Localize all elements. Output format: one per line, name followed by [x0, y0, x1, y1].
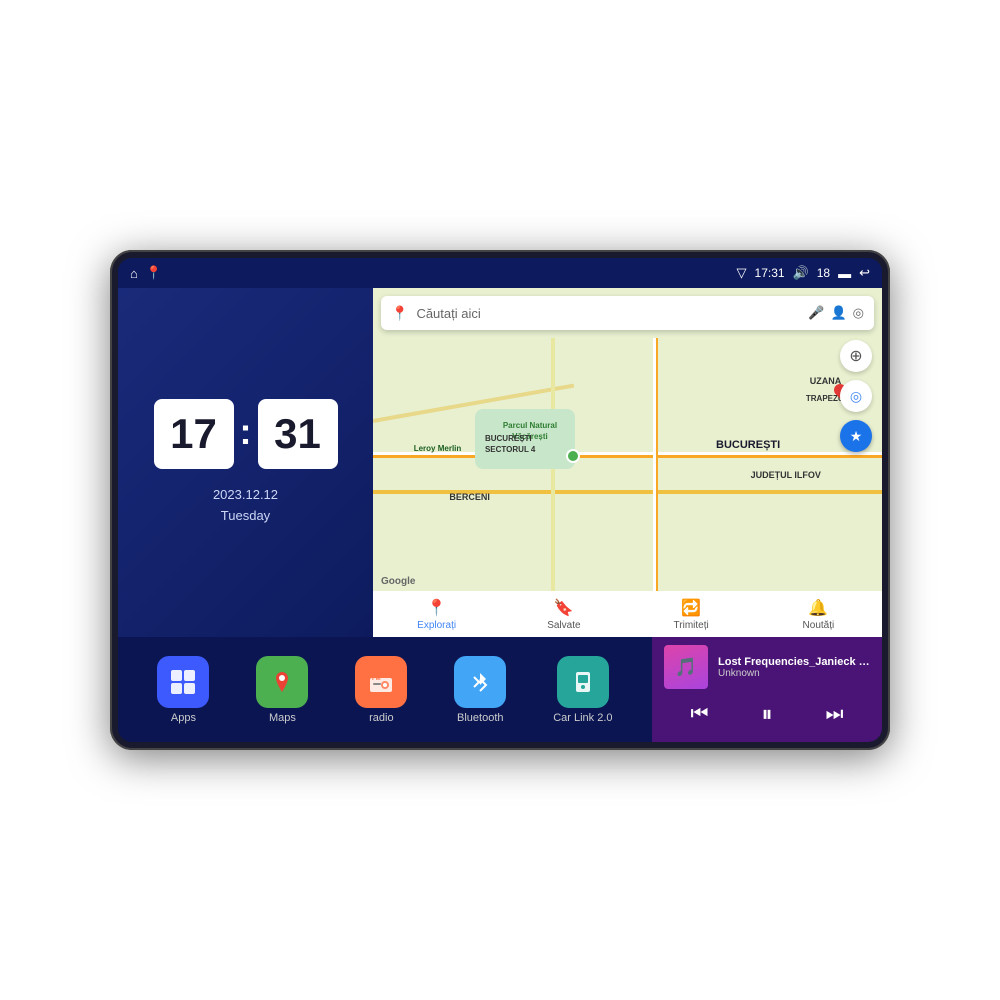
music-artist: Unknown — [718, 668, 870, 679]
device-screen: ⌂ 📍 ▽ 17:31 🔊 18 ▬ ↩ 17 : — [118, 258, 882, 742]
clock-hours: 17 — [154, 399, 234, 469]
battery-icon: ▬ — [838, 266, 851, 281]
apps-dock: Apps Maps — [118, 637, 652, 742]
map-compass-btn[interactable]: ⊕ — [840, 340, 872, 372]
music-next-btn[interactable]: ⏭ — [817, 699, 851, 730]
carlink-label: Car Link 2.0 — [553, 712, 612, 724]
bucuresti-label: BUCUREȘTI — [716, 439, 780, 451]
status-bar: ⌂ 📍 ▽ 17:31 🔊 18 ▬ ↩ — [118, 258, 882, 288]
app-item-radio[interactable]: FM radio — [355, 656, 407, 724]
clock-minutes: 31 — [258, 399, 338, 469]
music-prev-btn[interactable]: ⏮ — [682, 699, 716, 730]
clock-display: 17 : 31 — [154, 399, 338, 469]
signal-icon: ▽ — [737, 265, 747, 281]
map-content-area: Parcul NaturalVăcărești Leroy Merlin UZA… — [373, 338, 882, 591]
map-location-btn[interactable]: ◎ — [840, 380, 872, 412]
google-logo: Google — [381, 576, 415, 587]
share-icon: 🔁 — [681, 598, 701, 618]
map-nav-saved[interactable]: 🔖 Salvate — [500, 594, 627, 635]
map-search-bar[interactable]: 📍 Căutați aici 🎤 👤 ◎ — [381, 296, 874, 330]
bluetooth-label: Bluetooth — [457, 712, 503, 724]
maps-app-icon — [256, 656, 308, 708]
map-nav-explore[interactable]: 📍 Explorați — [373, 594, 500, 635]
clock-panel: 17 : 31 2023.12.12 Tuesday — [118, 288, 373, 637]
music-thumbnail: 🎵 — [664, 645, 708, 689]
clock-date: 2023.12.12 Tuesday — [213, 485, 278, 527]
back-icon[interactable]: ↩ — [859, 265, 870, 281]
status-time: 17:31 — [755, 266, 785, 280]
leroy-merlin-label: Leroy Merlin — [414, 444, 462, 453]
layers-icon[interactable]: ◎ — [853, 305, 864, 321]
music-panel: 🎵 Lost Frequencies_Janieck Devy-... Unkn… — [652, 637, 882, 742]
app-item-maps[interactable]: Maps — [256, 656, 308, 724]
radio-label: radio — [369, 712, 393, 724]
svg-text:FM: FM — [372, 676, 381, 682]
ilfov-label: JUDEȚUL ILFOV — [751, 470, 821, 480]
volume-icon: 🔊 — [793, 265, 809, 281]
map-panel[interactable]: 📍 Căutați aici 🎤 👤 ◎ — [373, 288, 882, 637]
music-controls: ⏮ ⏸ ⏭ — [664, 697, 870, 731]
share-label: Trimiteți — [674, 620, 709, 631]
app-item-carlink[interactable]: Car Link 2.0 — [553, 656, 612, 724]
account-icon[interactable]: 👤 — [830, 305, 846, 321]
saved-icon: 🔖 — [554, 598, 574, 618]
apps-label: Apps — [171, 712, 196, 724]
map-bottom-nav: 📍 Explorați 🔖 Salvate 🔁 Trimiteți � — [373, 591, 882, 637]
music-play-btn[interactable]: ⏸ — [753, 697, 780, 731]
explore-label: Explorați — [417, 620, 456, 631]
volume-level: 18 — [817, 266, 830, 280]
status-right-area: ▽ 17:31 🔊 18 ▬ ↩ — [737, 265, 870, 281]
map-nav-share[interactable]: 🔁 Trimiteți — [628, 594, 755, 635]
map-area: Parcul NaturalVăcărești Leroy Merlin UZA… — [373, 338, 882, 591]
map-pin-icon: 📍 — [391, 305, 408, 322]
berceni-label: BERCENI — [449, 492, 490, 502]
status-left-icons: ⌂ 📍 — [130, 265, 162, 281]
map-directions-btn[interactable]: ★ — [840, 420, 872, 452]
radio-app-icon: FM — [355, 656, 407, 708]
map-nav-news[interactable]: 🔔 Noutăți — [755, 594, 882, 635]
map-search-text[interactable]: Căutați aici — [416, 306, 800, 321]
app-item-bluetooth[interactable]: Bluetooth — [454, 656, 506, 724]
app-item-apps[interactable]: Apps — [157, 656, 209, 724]
bottom-section: Apps Maps — [118, 637, 882, 742]
carlink-app-icon — [557, 656, 609, 708]
news-icon: 🔔 — [808, 598, 828, 618]
bluetooth-app-icon — [454, 656, 506, 708]
explore-icon: 📍 — [427, 598, 447, 618]
mic-icon[interactable]: 🎤 — [808, 305, 824, 321]
map-search-controls: 🎤 👤 ◎ — [808, 305, 864, 321]
saved-label: Salvate — [547, 620, 580, 631]
news-label: Noutăți — [803, 620, 835, 631]
music-title: Lost Frequencies_Janieck Devy-... — [718, 656, 870, 668]
clock-colon: : — [240, 411, 252, 453]
sector4-label: BUCUREȘTISECTORUL 4 — [485, 434, 535, 455]
apps-app-icon — [157, 656, 209, 708]
map-green-marker — [566, 449, 580, 463]
main-content: 17 : 31 2023.12.12 Tuesday 📍 Căutați aic… — [118, 288, 882, 742]
maps-icon-status[interactable]: 📍 — [146, 265, 162, 281]
top-section: 17 : 31 2023.12.12 Tuesday 📍 Căutați aic… — [118, 288, 882, 637]
music-info: 🎵 Lost Frequencies_Janieck Devy-... Unkn… — [664, 645, 870, 689]
music-details: Lost Frequencies_Janieck Devy-... Unknow… — [718, 656, 870, 679]
home-icon[interactable]: ⌂ — [130, 266, 138, 281]
device-frame: ⌂ 📍 ▽ 17:31 🔊 18 ▬ ↩ 17 : — [110, 250, 890, 750]
maps-label: Maps — [269, 712, 296, 724]
